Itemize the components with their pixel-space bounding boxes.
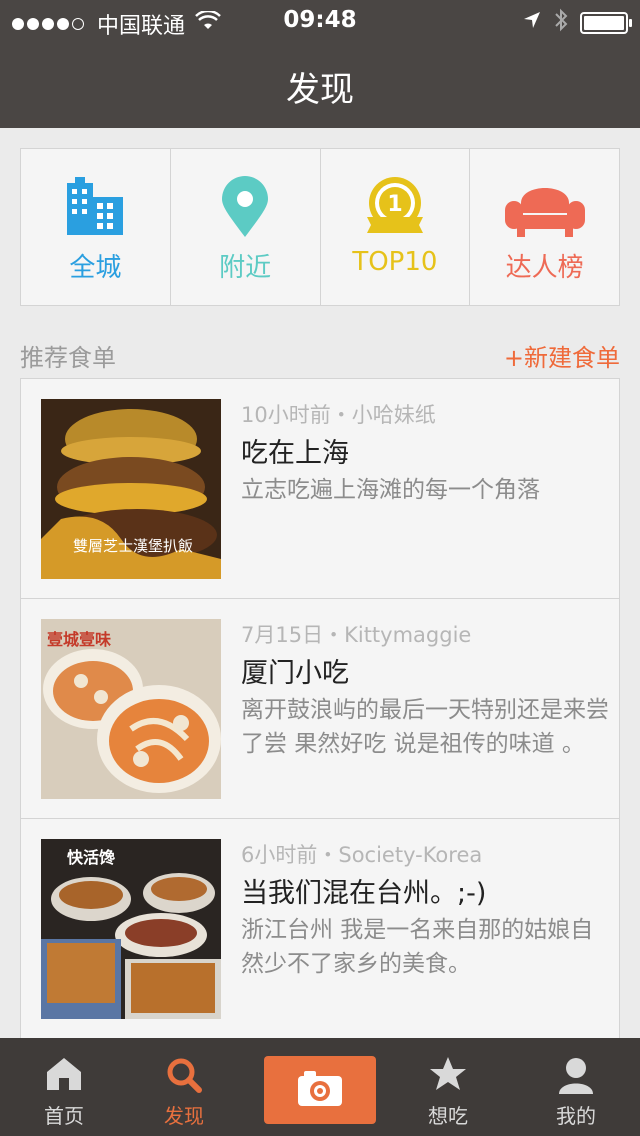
svg-text:1: 1 <box>387 192 402 217</box>
category-top10-label: TOP10 <box>352 247 438 277</box>
recommendation-desc: 浙江台州 我是一名来自那的姑娘自然少不了家乡的美食。 <box>241 917 594 977</box>
list-item[interactable]: 壹城壹味 7月15日・Kittymaggie 厦门小吃 离开鼓浪屿的最后一天特别… <box>21 599 619 819</box>
tab-mine-label: 我的 <box>556 1104 596 1128</box>
tab-home[interactable]: 首页 <box>0 1038 128 1136</box>
recommendation-title: 厦门小吃 <box>241 658 349 689</box>
location-arrow-icon <box>522 10 542 36</box>
page-title: 发现 <box>286 70 354 110</box>
recommendation-desc: 离开鼓浪屿的最后一天特别还是来尝了尝 果然好吃 说是祖传的味道 。 <box>241 697 609 757</box>
recommendation-desc: 立志吃遍上海滩的每一个角落 <box>241 477 540 503</box>
category-nearby-label: 附近 <box>219 253 272 283</box>
recommendation-meta: 10小时前・小哈妹纸 <box>241 403 436 427</box>
home-icon <box>0 1056 128 1096</box>
tab-discover-label: 发现 <box>164 1104 204 1128</box>
user-icon <box>512 1056 640 1096</box>
recommendation-thumbnail: 壹城壹味 <box>41 619 221 799</box>
sofa-icon <box>470 175 619 239</box>
category-top10[interactable]: 1 TOP10 <box>321 149 471 305</box>
recommendation-thumbnail: 快活馋 <box>41 839 221 1019</box>
bluetooth-icon <box>554 8 568 38</box>
star-icon <box>384 1056 512 1096</box>
tab-bar: 首页 发现 想吃 我的 <box>0 1038 640 1136</box>
thumbnail-caption: 雙層芝士漢堡扒飯 <box>73 537 193 555</box>
camera-button[interactable] <box>264 1056 376 1124</box>
building-icon <box>21 175 170 239</box>
recommendation-thumbnail: 雙層芝士漢堡扒飯 <box>41 399 221 579</box>
battery-icon <box>580 12 632 34</box>
new-list-button[interactable]: +新建食单 <box>504 338 620 373</box>
status-bar: 中国联通 09:48 <box>0 0 640 40</box>
top10-medal-icon: 1 <box>321 175 470 239</box>
recommendation-meta: 6小时前・Society-Korea <box>241 843 483 867</box>
nav-header: 中国联通 09:48 发现 <box>0 0 640 128</box>
category-nearby[interactable]: 附近 <box>171 149 321 305</box>
category-city-label: 全城 <box>69 253 122 283</box>
category-city[interactable]: 全城 <box>21 149 171 305</box>
tab-mine[interactable]: 我的 <box>512 1038 640 1136</box>
category-grid: 全城 附近 1 TOP10 达人榜 <box>20 148 620 306</box>
recommendation-title: 当我们混在台州。;-) <box>241 878 487 909</box>
location-pin-icon <box>171 175 320 239</box>
list-item[interactable]: 快活馋 6小时前・Society-Korea 当我们混在台州。;-) 浙江台州 … <box>21 819 619 1039</box>
recommendation-meta: 7月15日・Kittymaggie <box>241 623 472 647</box>
category-experts-label: 达人榜 <box>505 253 584 283</box>
section-title: 推荐食单 <box>20 344 116 372</box>
list-item[interactable]: 雙層芝士漢堡扒飯 10小时前・小哈妹纸 吃在上海 立志吃遍上海滩的每一个角落 <box>21 379 619 599</box>
thumbnail-caption: 壹城壹味 <box>47 630 111 649</box>
recommendation-title: 吃在上海 <box>241 438 349 469</box>
tab-want[interactable]: 想吃 <box>384 1038 512 1136</box>
tab-discover[interactable]: 发现 <box>120 1038 248 1136</box>
search-icon <box>120 1056 248 1096</box>
camera-icon <box>296 1068 344 1112</box>
thumbnail-caption: 快活馋 <box>67 848 115 867</box>
tab-home-label: 首页 <box>44 1104 84 1128</box>
category-experts[interactable]: 达人榜 <box>470 149 619 305</box>
tab-want-label: 想吃 <box>428 1104 468 1128</box>
recommendation-list: 雙層芝士漢堡扒飯 10小时前・小哈妹纸 吃在上海 立志吃遍上海滩的每一个角落 壹… <box>20 378 620 1040</box>
